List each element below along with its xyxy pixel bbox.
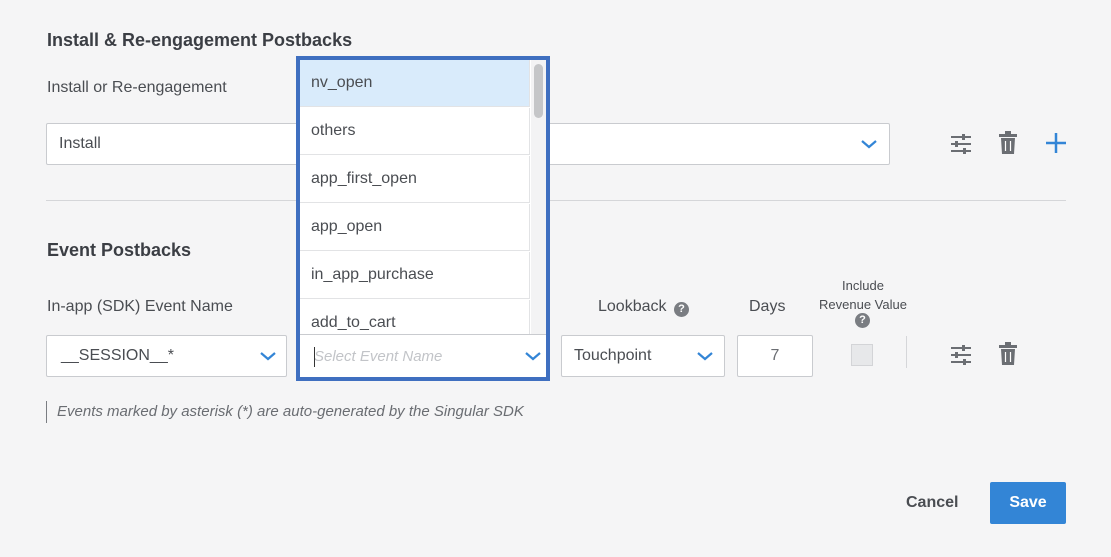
trash-icon[interactable]: [998, 342, 1018, 366]
note-bar: [46, 401, 47, 423]
asterisk-note: Events marked by asterisk (*) are auto-g…: [57, 403, 524, 420]
lookback-label: Lookback: [598, 298, 667, 315]
chevron-down-icon[interactable]: [524, 350, 542, 362]
add-plus-icon[interactable]: [1045, 132, 1067, 154]
event-name-value: __SESSION__*: [61, 347, 174, 364]
chevron-down-icon: [697, 352, 713, 361]
include-revenue-checkbox[interactable]: [851, 344, 873, 366]
trash-icon[interactable]: [998, 131, 1018, 155]
save-button[interactable]: Save: [990, 482, 1066, 524]
install-field-label: Install or Re-engagement: [47, 79, 227, 96]
chevron-down-icon: [861, 140, 877, 149]
settings-sliders-icon[interactable]: [949, 133, 973, 155]
event-name-select[interactable]: __SESSION__*: [46, 335, 287, 377]
chevron-down-icon: [260, 352, 276, 361]
event-section-title: Event Postbacks: [47, 240, 192, 260]
lookback-select[interactable]: Touchpoint: [561, 335, 725, 377]
event-search-field[interactable]: [300, 334, 546, 377]
revenue-label-line1: Include: [842, 278, 884, 293]
days-value: 7: [770, 347, 780, 364]
lookback-value: Touchpoint: [574, 347, 652, 364]
install-section-title: Install & Re-engagement Postbacks: [47, 30, 353, 50]
install-select-value: Install: [59, 135, 101, 152]
scrollbar-thumb[interactable]: [534, 64, 543, 118]
revenue-label-line2: Revenue Value: [819, 297, 907, 312]
settings-sliders-icon[interactable]: [949, 344, 973, 366]
cancel-button[interactable]: Cancel: [906, 494, 958, 512]
help-icon[interactable]: ?: [674, 302, 689, 317]
dropdown-option[interactable]: nv_open: [300, 60, 530, 107]
vertical-divider: [906, 336, 907, 368]
dropdown-list: nv_open others app_first_open app_open in_ap…: [300, 60, 530, 334]
dropdown-option[interactable]: app_first_open: [300, 156, 530, 203]
dropdown-option[interactable]: others: [300, 108, 530, 155]
text-caret: [314, 347, 315, 367]
event-name-dropdown[interactable]: nv_open others app_first_open app_open in_ap…: [296, 56, 550, 381]
revenue-label: Include Revenue Value: [812, 276, 914, 314]
dropdown-option[interactable]: in_app_purchase: [300, 252, 530, 299]
dropdown-scrollbar[interactable]: [531, 60, 546, 334]
days-label: Days: [749, 298, 786, 315]
section-divider: [46, 200, 1066, 201]
days-input[interactable]: 7: [737, 335, 813, 377]
event-search-input[interactable]: [314, 345, 504, 367]
dropdown-option[interactable]: app_open: [300, 204, 530, 251]
help-icon[interactable]: ?: [855, 313, 870, 328]
event-name-label: In-app (SDK) Event Name: [47, 298, 233, 315]
dropdown-option[interactable]: add_to_cart: [300, 300, 530, 334]
